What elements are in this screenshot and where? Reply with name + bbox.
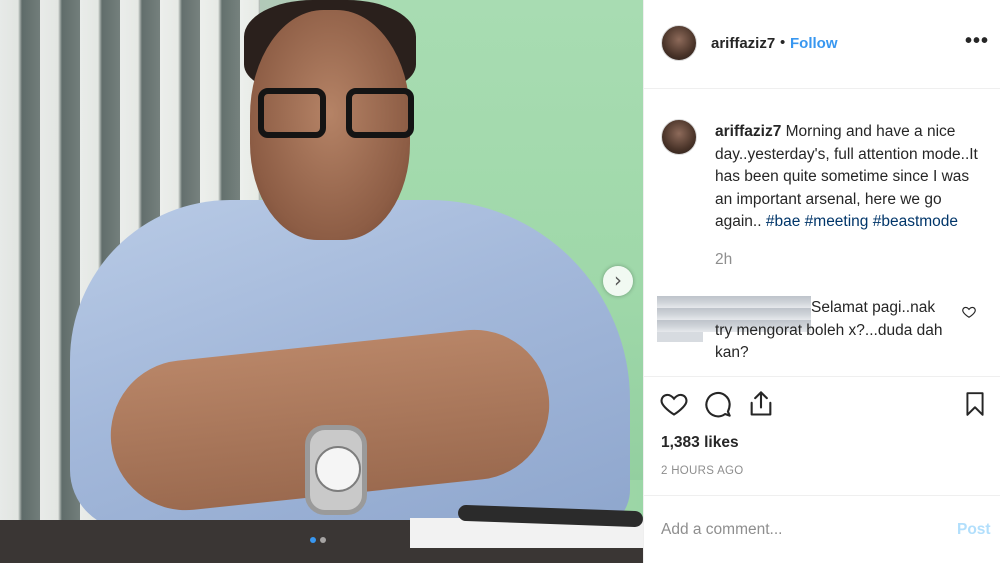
carousel-dots bbox=[310, 537, 326, 543]
caption-text: ariffaziz7 Morning and have a nice day..… bbox=[715, 121, 987, 234]
heart-icon[interactable] bbox=[660, 390, 688, 418]
comment-item: Selamat pagi..nak try mengorat boleh x?.… bbox=[644, 289, 1000, 377]
post-sidebar: ariffaziz7 • Follow ••• ariffaziz7 Morni… bbox=[643, 0, 1000, 563]
follow-button[interactable]: Follow bbox=[790, 35, 838, 52]
likes-count[interactable]: 1,383 likes bbox=[661, 434, 739, 452]
post-caption: ariffaziz7 Morning and have a nice day..… bbox=[644, 89, 1000, 289]
add-comment-bar: Post bbox=[644, 495, 1000, 563]
comment-input[interactable] bbox=[661, 518, 931, 542]
hashtag-link[interactable]: #beastmode bbox=[873, 213, 958, 230]
carousel-dot bbox=[320, 537, 326, 543]
caption-username[interactable]: ariffaziz7 bbox=[715, 123, 781, 140]
caption-avatar[interactable] bbox=[661, 119, 697, 155]
bookmark-icon[interactable] bbox=[962, 390, 988, 418]
comment-bubble-icon[interactable] bbox=[704, 390, 732, 418]
avatar[interactable] bbox=[661, 25, 697, 61]
hashtag-link[interactable]: #bae bbox=[766, 213, 800, 230]
hashtag-link[interactable]: #meeting bbox=[805, 213, 869, 230]
caption-timestamp[interactable]: 2h bbox=[715, 251, 732, 269]
share-upload-icon[interactable] bbox=[747, 390, 775, 418]
post-actions bbox=[644, 377, 1000, 432]
comment-text: Selamat pagi..nak try mengorat boleh x?.… bbox=[715, 299, 943, 361]
carousel-dot-active bbox=[310, 537, 316, 543]
header-username[interactable]: ariffaziz7 bbox=[711, 35, 775, 52]
photo-person-glasses bbox=[258, 88, 414, 140]
post-comment-button[interactable]: Post bbox=[957, 521, 991, 539]
more-options-icon[interactable]: ••• bbox=[965, 30, 989, 53]
post-time-ago: 2 HOURS AGO bbox=[661, 465, 744, 477]
post-header: ariffaziz7 • Follow ••• bbox=[644, 0, 1000, 89]
post-photo[interactable]: › bbox=[0, 0, 643, 563]
carousel-next-button[interactable]: › bbox=[603, 266, 633, 296]
photo-wristwatch bbox=[305, 425, 367, 515]
comment-avatar-redacted bbox=[657, 332, 703, 342]
comment-like-heart-icon[interactable] bbox=[962, 305, 976, 319]
chevron-right-icon: › bbox=[614, 268, 622, 292]
header-separator: • bbox=[780, 34, 786, 51]
